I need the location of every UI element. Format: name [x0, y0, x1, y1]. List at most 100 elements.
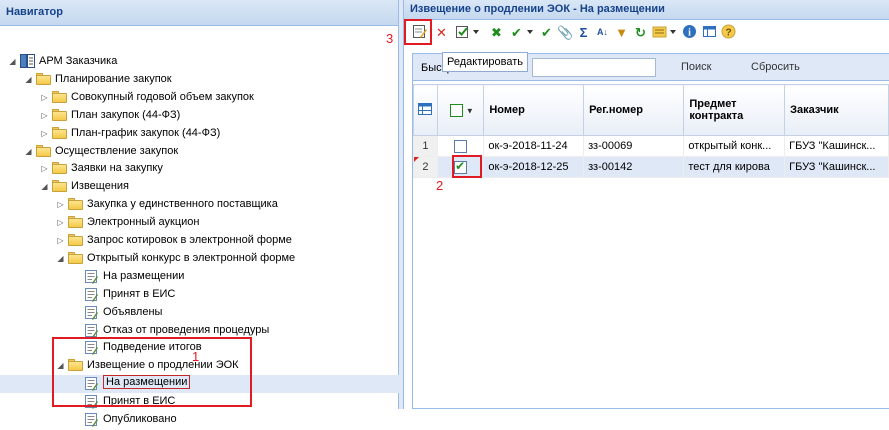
app-icon	[20, 54, 35, 68]
dirty-marker-icon	[414, 157, 419, 162]
folder-icon	[52, 180, 67, 193]
tree-item[interactable]: ▷ План закупок (44-ФЗ)	[0, 107, 399, 125]
expand-toggle-icon[interactable]: ▷	[40, 93, 49, 102]
tree-item-label: План-график закупок (44-ФЗ)	[71, 126, 221, 139]
annotation-number-3: 3	[386, 31, 394, 46]
column-header-number[interactable]: Номер	[483, 84, 585, 136]
annotation-box-tree	[52, 337, 252, 407]
expand-toggle-icon[interactable]: ▷	[40, 164, 49, 173]
sign-icon[interactable]: ✔	[538, 24, 555, 41]
collapse-toggle-icon[interactable]: ◢	[40, 182, 49, 191]
folder-icon	[68, 198, 83, 211]
sum-icon[interactable]: Σ	[575, 24, 592, 41]
column-header-subject[interactable]: Предмет контракта	[683, 84, 786, 136]
folder-icon	[68, 216, 83, 229]
refresh-icon[interactable]: ↻	[632, 24, 649, 41]
tree-item[interactable]: ◢ АРМ Заказчика	[0, 53, 399, 71]
toolbar: ✕ ✖ ✔ ✔ 📎 Σ A↓ ▼ ↻ i ?	[404, 20, 889, 46]
folder-icon	[52, 162, 67, 175]
document-icon	[84, 269, 98, 284]
search-button[interactable]: Поиск	[681, 61, 711, 73]
column-header-reg-number[interactable]: Рег.номер	[583, 84, 685, 136]
folder-icon	[68, 234, 83, 246]
document-icon	[84, 287, 98, 302]
document-icon	[84, 323, 98, 338]
attach-icon[interactable]: 📎	[557, 24, 574, 41]
document-icon	[84, 305, 98, 320]
table-row[interactable]: 2 ок-э-2018-12-25 зз-00142 тест для киро…	[413, 156, 889, 178]
tree-item[interactable]: Объявлены	[0, 304, 399, 322]
folder-icon	[52, 108, 67, 121]
row-number-text: 2	[422, 161, 429, 173]
quick-search-input[interactable]	[532, 58, 656, 77]
cell-reg-number: зз-00069	[583, 135, 685, 157]
collapse-toggle-icon[interactable]: ◢	[24, 75, 33, 84]
approve-dropdown-icon[interactable]	[473, 30, 479, 34]
column-header-customer[interactable]: Заказчик	[784, 84, 889, 136]
select-all-header[interactable]: ▼	[436, 84, 485, 136]
tree-item-label: Заявки на закупку	[71, 162, 163, 175]
folder-icon	[52, 126, 67, 139]
tree-item[interactable]: ▷ Закупка у единственного поставщика	[0, 196, 399, 214]
tree-item-label: Осуществление закупок	[55, 144, 179, 157]
expand-toggle-icon[interactable]: ▷	[56, 200, 65, 209]
delete-icon[interactable]: ✕	[433, 24, 450, 41]
expand-toggle-icon[interactable]: ▷	[56, 236, 65, 245]
export-icon[interactable]	[651, 24, 668, 41]
help-icon[interactable]: ?	[720, 24, 737, 41]
column-settings-header[interactable]	[413, 84, 438, 136]
tree-item[interactable]: ◢ Осуществление закупок	[0, 143, 399, 161]
annotation-number-2: 2	[436, 178, 444, 193]
info-icon[interactable]: i	[681, 24, 698, 41]
tree-item[interactable]: ▷ План-график закупок (44-ФЗ)	[0, 125, 399, 143]
excel-icon[interactable]: ✖	[488, 24, 505, 41]
check-icon[interactable]: ✔	[508, 24, 525, 41]
row-checkbox-cell[interactable]	[436, 135, 485, 157]
sort-icon[interactable]: A↓	[594, 24, 611, 41]
tree-item[interactable]: Принят в ЕИС	[0, 286, 399, 304]
cell-number: ок-э-2018-12-25	[483, 156, 585, 178]
tree-item[interactable]: ▷ Совокупный годовой объем закупок	[0, 89, 399, 107]
tree-item-label: АРМ Заказчика	[39, 55, 118, 67]
cell-customer: ГБУЗ "Кашинск...	[784, 135, 889, 157]
expand-toggle-icon[interactable]: ▷	[40, 129, 49, 138]
filter-icon[interactable]: ▼	[613, 24, 630, 41]
table-row[interactable]: 1 ок-э-2018-11-24 зз-00069 открытый конк…	[413, 135, 889, 157]
tree-item[interactable]: ▷ Электронный аукцион	[0, 214, 399, 232]
grid-panel: Быстрый поиск Поиск Сбросить ▼ Номер	[412, 53, 889, 409]
tree-item[interactable]: ▷ Заявки на закупку	[0, 160, 399, 178]
collapse-toggle-icon[interactable]: ◢	[8, 57, 17, 66]
tree-item[interactable]: ◢ Открытый конкурс в электронной форме	[0, 250, 399, 268]
tree-item[interactable]: На размещении	[0, 268, 399, 286]
annotation-box-checkbox	[452, 155, 482, 178]
reset-button[interactable]: Сбросить	[751, 61, 800, 73]
tree-item[interactable]: Опубликовано	[0, 411, 399, 429]
expand-toggle-icon[interactable]: ▷	[40, 111, 49, 120]
tree-item-label: Запрос котировок в электронной форме	[87, 234, 292, 246]
tree-item[interactable]: ◢ Извещения	[0, 178, 399, 196]
grid-settings-icon	[418, 102, 433, 115]
chevron-down-icon[interactable]: ▼	[466, 106, 474, 115]
tree-item-label: Опубликовано	[103, 413, 177, 425]
select-all-checkbox[interactable]	[449, 103, 463, 117]
main-panel: Извещение о продлении ЭОК - На размещени…	[404, 0, 889, 409]
check-dropdown-icon[interactable]	[527, 30, 533, 34]
export-dropdown-icon[interactable]	[670, 30, 676, 34]
collapse-toggle-icon[interactable]: ◢	[24, 147, 33, 156]
row-number: 2	[413, 156, 438, 178]
row-checkbox[interactable]	[454, 139, 468, 153]
collapse-toggle-icon[interactable]: ◢	[56, 254, 65, 263]
tree-item[interactable]: ▷ Запрос котировок в электронной форме	[0, 232, 399, 250]
tree-item-label: Открытый конкурс в электронной форме	[87, 251, 296, 264]
folder-icon	[36, 72, 51, 85]
cell-number: ок-э-2018-11-24	[483, 135, 585, 157]
tree-item-label: Закупка у единственного поставщика	[87, 198, 278, 211]
annotation-box-edit	[404, 19, 432, 45]
tree-item-label: На размещении	[103, 269, 185, 282]
tree-item-label: Принят в ЕИС	[103, 287, 176, 300]
tree-item[interactable]: ◢ Планирование закупок	[0, 71, 399, 89]
table-view-icon[interactable]	[701, 24, 718, 41]
folder-icon	[68, 251, 83, 264]
expand-toggle-icon[interactable]: ▷	[56, 218, 65, 227]
approve-doc-icon[interactable]	[454, 24, 471, 41]
